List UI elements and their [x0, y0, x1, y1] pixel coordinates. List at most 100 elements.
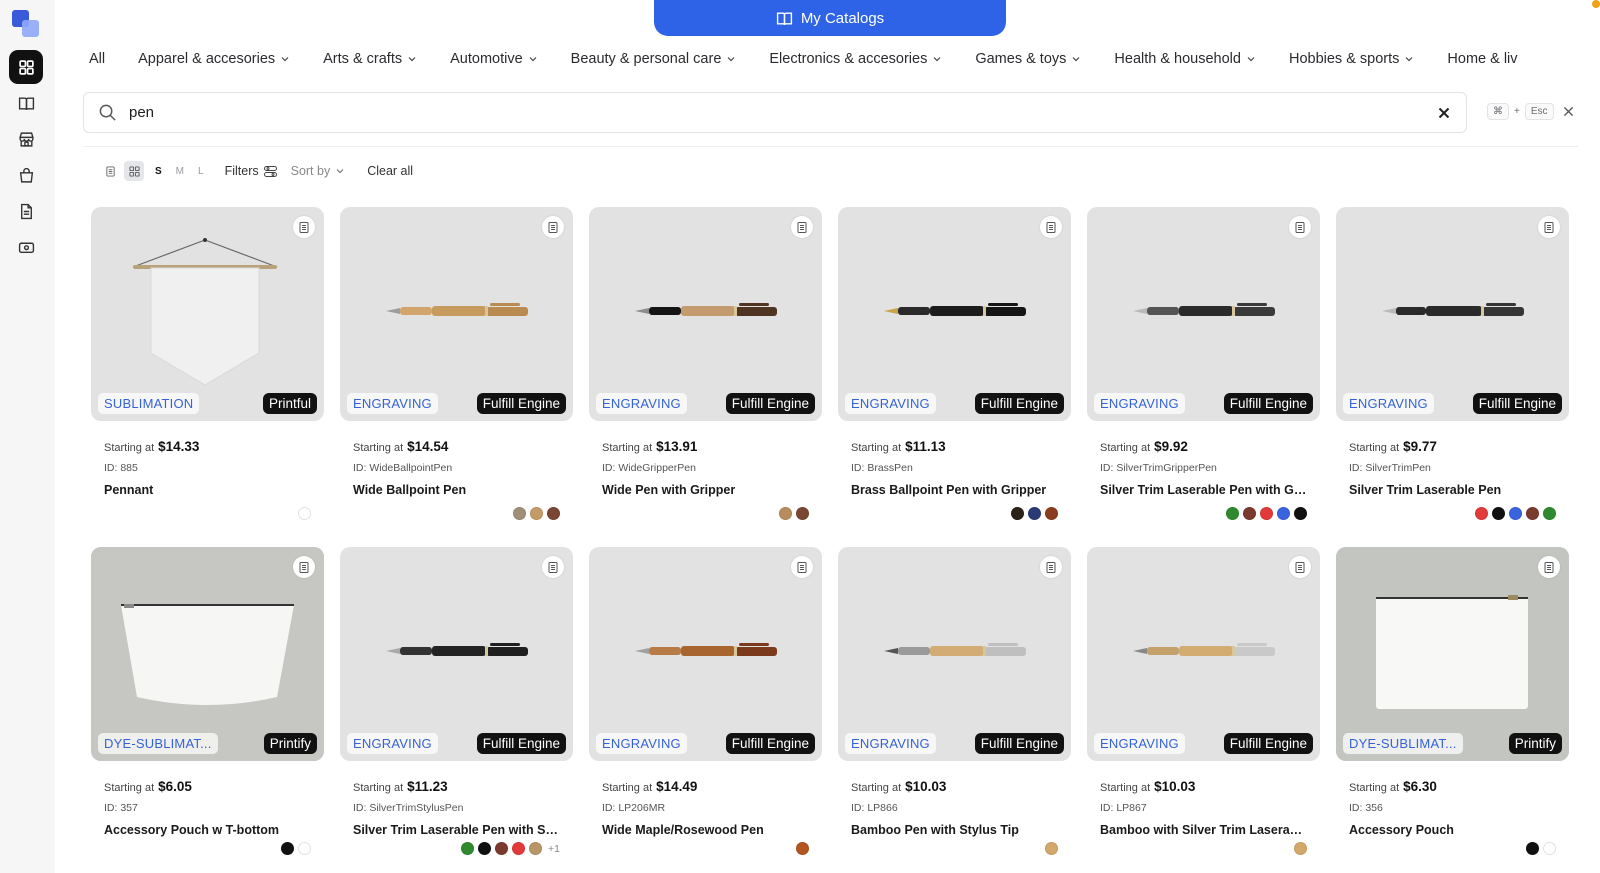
product-card[interactable]: ENGRAVING Fulfill Engine Starting at $9.77 I…: [1336, 207, 1569, 547]
color-swatch[interactable]: [281, 842, 294, 855]
product-name[interactable]: Bamboo Pen with Stylus Tip: [851, 823, 1058, 837]
category-tab[interactable]: Arts & crafts: [323, 46, 417, 72]
color-swatch[interactable]: [495, 842, 509, 855]
color-swatch[interactable]: [1509, 507, 1522, 520]
store-icon[interactable]: [9, 122, 43, 156]
product-card[interactable]: ENGRAVING Fulfill Engine Starting at $14.54…: [340, 207, 573, 547]
color-swatch[interactable]: [1526, 507, 1539, 520]
category-tab[interactable]: Games & toys: [975, 46, 1081, 72]
category-tab[interactable]: Electronics & accesories: [769, 46, 942, 72]
color-swatch[interactable]: [530, 507, 543, 520]
product-image[interactable]: ENGRAVING Fulfill Engine: [838, 547, 1071, 761]
category-tab[interactable]: Home & liv: [1447, 46, 1517, 72]
product-name[interactable]: Brass Ballpoint Pen with Gripper: [851, 483, 1058, 497]
color-swatch[interactable]: [1011, 507, 1024, 520]
color-swatch[interactable]: [779, 507, 792, 520]
category-tab[interactable]: Beauty & personal care: [571, 46, 737, 72]
product-image[interactable]: ENGRAVING Fulfill Engine: [1087, 207, 1320, 421]
bookmark-button[interactable]: [1040, 216, 1062, 238]
product-image[interactable]: ENGRAVING Fulfill Engine: [589, 547, 822, 761]
product-card[interactable]: ENGRAVING Fulfill Engine Starting at $9.92 I…: [1087, 207, 1320, 547]
color-swatch[interactable]: [1260, 507, 1273, 520]
color-swatch[interactable]: [1543, 842, 1556, 855]
bookmark-button[interactable]: [1040, 556, 1062, 578]
search-input[interactable]: [129, 104, 1438, 121]
size-medium-button[interactable]: M: [176, 166, 184, 177]
close-search-icon[interactable]: [1563, 106, 1574, 117]
color-swatch[interactable]: [298, 842, 311, 855]
grid-view-icon[interactable]: [124, 161, 144, 181]
bookmark-button[interactable]: [1538, 556, 1560, 578]
color-swatch[interactable]: [1294, 842, 1307, 855]
bookmark-button[interactable]: [1289, 556, 1311, 578]
product-name[interactable]: Accessory Pouch w T-bottom: [104, 823, 311, 837]
product-name[interactable]: Wide Ballpoint Pen: [353, 483, 560, 497]
color-swatch[interactable]: [1475, 507, 1488, 520]
product-card[interactable]: ENGRAVING Fulfill Engine Starting at $13.91…: [589, 207, 822, 547]
color-swatch[interactable]: [1492, 507, 1505, 520]
category-tab[interactable]: Automotive: [450, 46, 538, 72]
product-card[interactable]: SUBLIMATION Printful Starting at $14.33 ID: …: [91, 207, 324, 547]
bookmark-button[interactable]: [542, 216, 564, 238]
product-image[interactable]: SUBLIMATION Printful: [91, 207, 324, 421]
app-logo[interactable]: [12, 10, 40, 38]
color-swatch[interactable]: [298, 507, 311, 520]
color-swatch[interactable]: [513, 507, 526, 520]
product-name[interactable]: Wide Pen with Gripper: [602, 483, 809, 497]
product-card[interactable]: ENGRAVING Fulfill Engine Starting at $10.03…: [838, 547, 1071, 873]
color-swatch[interactable]: [796, 842, 809, 855]
product-image[interactable]: DYE-SUBLIMAT... Printify: [91, 547, 324, 761]
product-card[interactable]: DYE-SUBLIMAT... Printify Starting at $6.30 I…: [1336, 547, 1569, 873]
product-name[interactable]: Silver Trim Laserable Pen with Gri...: [1100, 483, 1307, 497]
product-card[interactable]: ENGRAVING Fulfill Engine Starting at $10.03…: [1087, 547, 1320, 873]
size-small-button[interactable]: S: [155, 166, 162, 177]
list-view-icon[interactable]: [100, 161, 120, 181]
color-swatch[interactable]: [1277, 507, 1290, 520]
product-image[interactable]: ENGRAVING Fulfill Engine: [838, 207, 1071, 421]
product-name[interactable]: Silver Trim Laserable Pen with Sty...: [353, 823, 560, 837]
color-swatch[interactable]: [547, 507, 560, 520]
bookmark-button[interactable]: [293, 216, 315, 238]
product-image[interactable]: ENGRAVING Fulfill Engine: [1087, 547, 1320, 761]
sort-by-dropdown[interactable]: Sort by: [291, 164, 346, 178]
category-tab[interactable]: Hobbies & sports: [1289, 46, 1414, 72]
category-tab[interactable]: Health & household: [1114, 46, 1256, 72]
product-image[interactable]: ENGRAVING Fulfill Engine: [1336, 207, 1569, 421]
shopping-bag-icon[interactable]: [9, 158, 43, 192]
bookmark-button[interactable]: [1538, 216, 1560, 238]
product-name[interactable]: Silver Trim Laserable Pen: [1349, 483, 1556, 497]
product-image[interactable]: ENGRAVING Fulfill Engine: [589, 207, 822, 421]
filters-button[interactable]: Filters: [225, 164, 277, 178]
product-image[interactable]: ENGRAVING Fulfill Engine: [340, 207, 573, 421]
color-swatch[interactable]: [1526, 842, 1539, 855]
bookmark-button[interactable]: [791, 216, 813, 238]
color-swatch[interactable]: [1294, 507, 1307, 520]
bookmark-button[interactable]: [542, 556, 564, 578]
product-name[interactable]: Wide Maple/Rosewood Pen: [602, 823, 809, 837]
document-icon[interactable]: [9, 194, 43, 228]
category-tab[interactable]: Apparel & accesories: [138, 46, 290, 72]
color-swatch[interactable]: [529, 842, 543, 855]
product-name[interactable]: Bamboo with Silver Trim Laserable ...: [1100, 823, 1307, 837]
size-large-button[interactable]: L: [198, 166, 204, 177]
product-card[interactable]: ENGRAVING Fulfill Engine Starting at $11.13…: [838, 207, 1071, 547]
color-swatch[interactable]: [1226, 507, 1239, 520]
clear-search-icon[interactable]: [1438, 107, 1450, 119]
category-tab[interactable]: All: [89, 46, 105, 72]
billing-icon[interactable]: [9, 230, 43, 264]
color-swatch[interactable]: [1543, 507, 1556, 520]
bookmark-button[interactable]: [791, 556, 813, 578]
product-card[interactable]: ENGRAVING Fulfill Engine Starting at $11.23…: [340, 547, 573, 873]
catalog-book-icon[interactable]: [9, 86, 43, 120]
color-swatch[interactable]: [796, 507, 809, 520]
color-swatch[interactable]: [478, 842, 492, 855]
dashboard-grid-icon[interactable]: [9, 50, 43, 84]
color-swatch[interactable]: [1045, 507, 1058, 520]
my-catalogs-button[interactable]: My Catalogs: [654, 0, 1006, 36]
bookmark-button[interactable]: [1289, 216, 1311, 238]
product-card[interactable]: ENGRAVING Fulfill Engine Starting at $14.49…: [589, 547, 822, 873]
product-card[interactable]: DYE-SUBLIMAT... Printify Starting at $6.05 I…: [91, 547, 324, 873]
color-swatch[interactable]: [1028, 507, 1041, 520]
product-image[interactable]: ENGRAVING Fulfill Engine: [340, 547, 573, 761]
clear-all-button[interactable]: Clear all: [367, 164, 413, 178]
